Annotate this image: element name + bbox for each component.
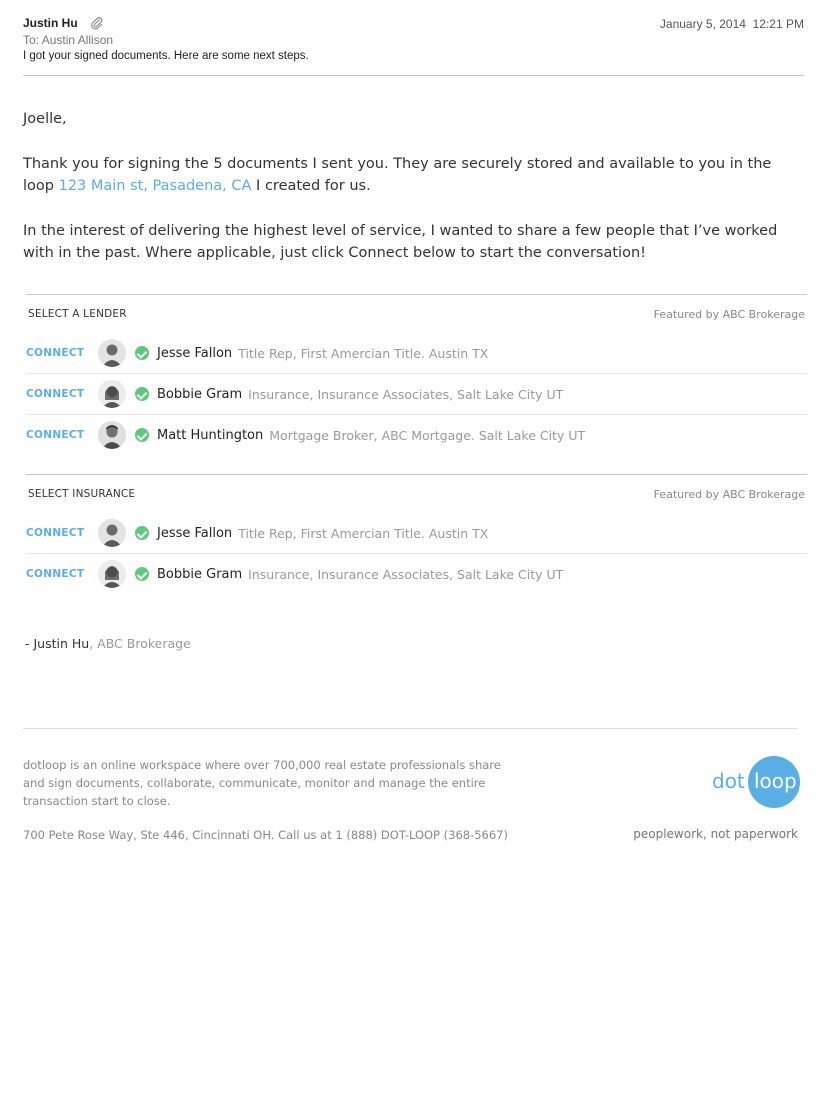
loop-link[interactable]: 123 Main st, Pasadena, CA [59,178,252,194]
paperclip-icon[interactable] [90,16,104,30]
contact-description: Insurance, Insurance Associates, Salt La… [248,566,564,582]
contact-description: Mortgage Broker, ABC Mortgage. Salt Lake… [269,427,586,443]
contact-name: Bobbie Gram [157,386,243,402]
recipient-line: To: Austin Allison [23,33,804,47]
avatar [98,339,126,367]
avatar [98,560,126,588]
contact-description: Title Rep, First Amercian Title. Austin … [238,525,489,541]
contact-name: Jesse Fallon [157,345,233,361]
paragraph-service: In the interest of delivering the highes… [23,222,778,262]
date-text: January 5, 2014 [659,17,746,31]
paragraph-documents: Thank you for signing the 5 documents I … [23,153,803,198]
contact-row: CONNECT Bobbie Gram Insurance, Insurance… [26,554,807,594]
signature: - Justin Hu, ABC Brokerage [25,636,191,651]
connect-button[interactable]: CONNECT [26,527,98,539]
contact-row: CONNECT Jesse Fallon Title Rep, First Am… [26,513,807,554]
contact-row: CONNECT Jesse Fallon Title Rep, First Am… [26,333,807,374]
verified-check-icon [135,526,149,540]
paragraph-text-end: I created for us. [251,178,371,194]
email-subject: I got your signed documents. Here are so… [23,50,309,62]
avatar [98,421,126,449]
section-title: SELECT A LENDER [28,308,127,320]
section-lender: SELECT A LENDER Featured by ABC Brokerag… [26,294,807,455]
footer-about: dotloop is an online workspace where ove… [23,758,501,808]
section-insurance: SELECT INSURANCE Featured by ABC Brokera… [26,474,807,594]
header-divider [23,75,804,76]
verified-check-icon [135,387,149,401]
greeting: Joelle, [23,111,67,127]
featured-by: Featured by ABC Brokerage [653,487,805,501]
verified-check-icon [135,346,149,360]
to-label: To: [23,33,40,47]
connect-button[interactable]: CONNECT [26,347,98,359]
email-body: Joelle, Thank you for signing the 5 docu… [23,108,803,287]
recipient-name: Austin Allison [41,33,114,47]
contact-description: Title Rep, First Amercian Title. Austin … [238,345,489,361]
connect-button[interactable]: CONNECT [26,568,98,580]
contact-row: CONNECT Bobbie Gram Insurance, Insurance… [26,374,807,415]
contact-name: Jesse Fallon [157,525,233,541]
contact-description: Insurance, Insurance Associates, Salt La… [248,386,564,402]
footer-tagline: peoplework, not paperwork [633,827,798,841]
time-text: 12:21 PM [752,17,804,31]
avatar [98,519,126,547]
connect-button[interactable]: CONNECT [26,388,98,400]
verified-check-icon [135,567,149,581]
footer-address: 700 Pete Rose Way, Ste 446, Cincinnati O… [23,828,508,842]
featured-by: Featured by ABC Brokerage [653,307,805,321]
logo-dot-text: dot [712,769,745,793]
signature-name: - Justin Hu [25,636,90,651]
sender-name: Justin Hu [23,16,78,30]
verified-check-icon [135,428,149,442]
contact-name: Matt Huntington [157,427,264,443]
section-header: SELECT A LENDER Featured by ABC Brokerag… [26,295,807,333]
connect-button[interactable]: CONNECT [26,429,98,441]
email-header: Justin Hu January 5, 2014 12:21 PM To: A… [23,16,804,62]
section-header: SELECT INSURANCE Featured by ABC Brokera… [26,475,807,513]
logo-loop-text: loop [754,769,797,793]
contact-name: Bobbie Gram [157,566,243,582]
dotloop-logo[interactable]: dot loop [710,756,800,810]
section-title: SELECT INSURANCE [28,488,136,500]
email-date: January 5, 2014 12:21 PM [660,17,804,31]
contact-row: CONNECT Matt Huntington Mortgage Broker,… [26,415,807,455]
footer-divider [23,728,798,729]
signature-company: , ABC Brokerage [89,636,191,651]
avatar [98,380,126,408]
